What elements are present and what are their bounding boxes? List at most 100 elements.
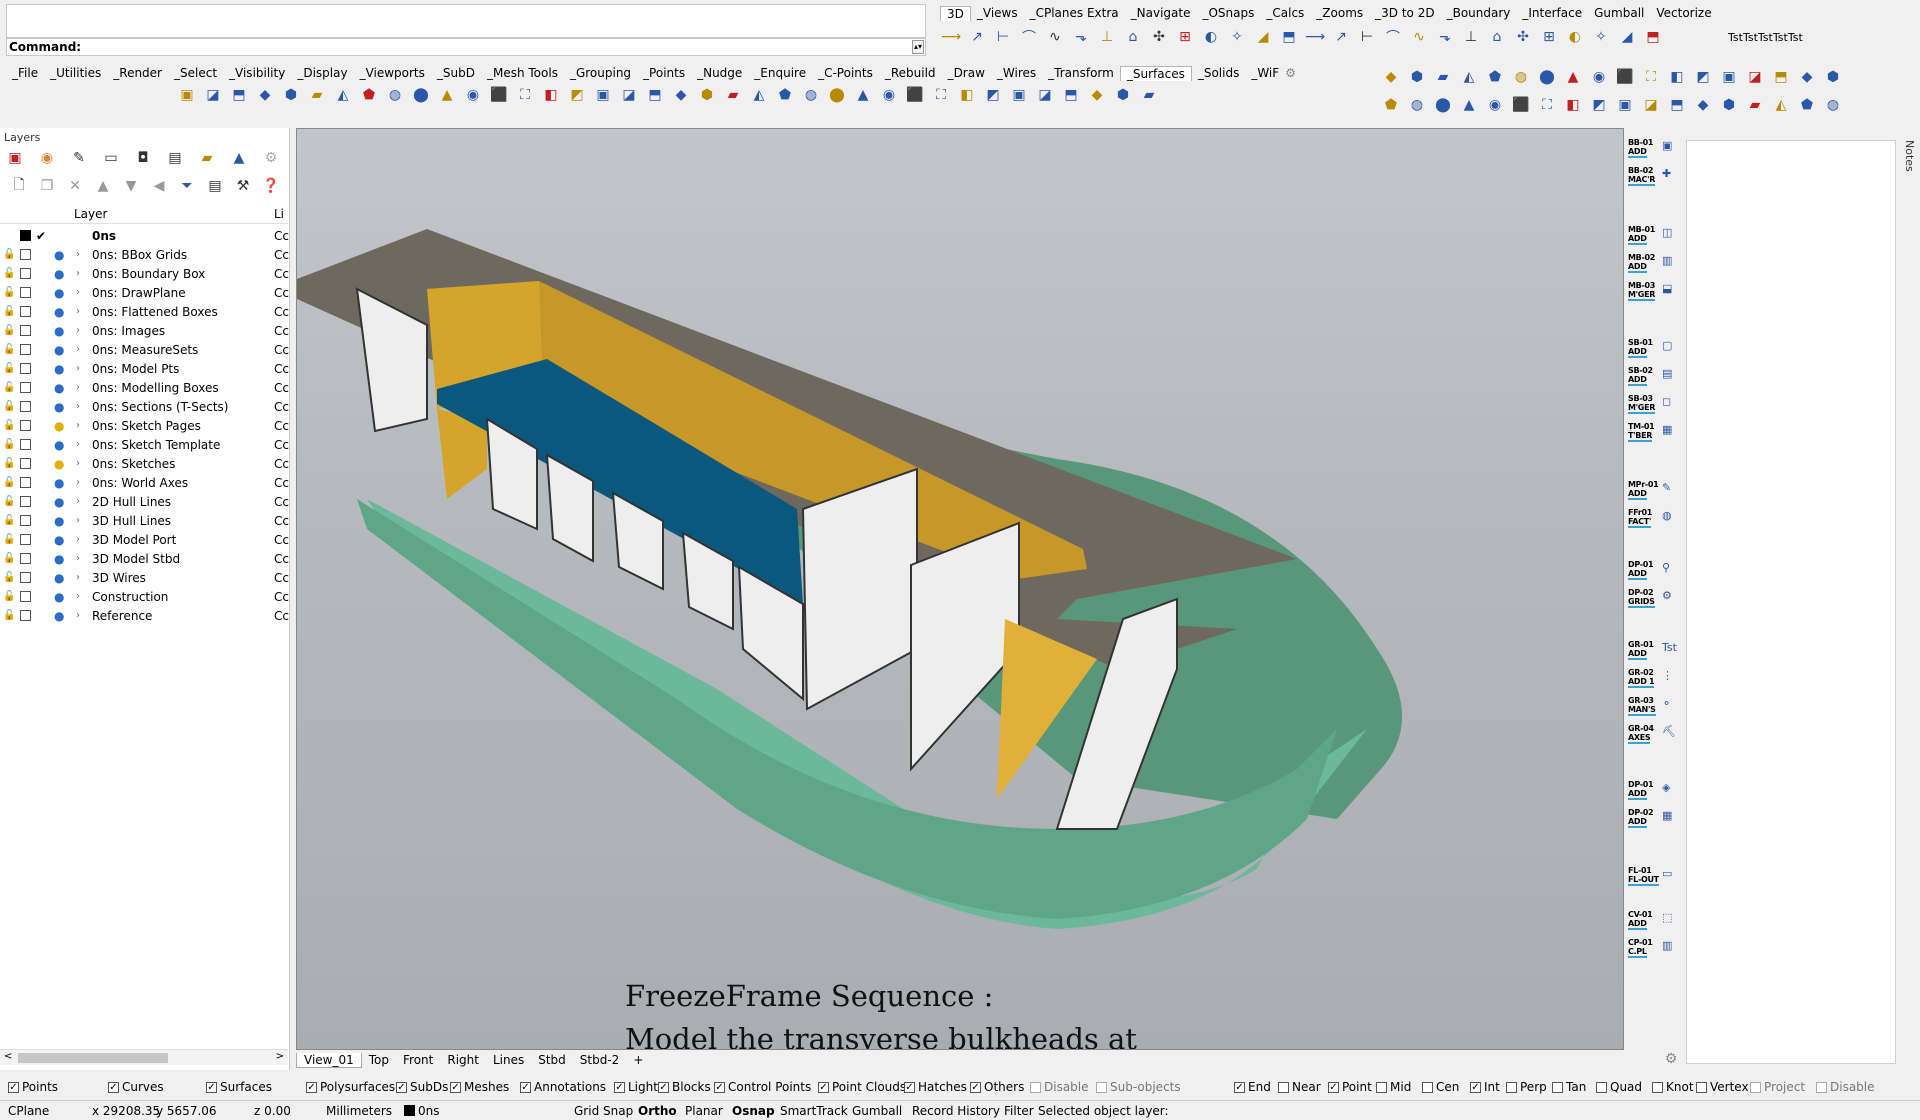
filter-toggle[interactable]: Filter: [1004, 1104, 1034, 1118]
document-tab-icon[interactable]: ▤: [164, 147, 186, 169]
expand-chevron-icon[interactable]: ›: [76, 325, 80, 336]
panel-gear-icon[interactable]: ⚙: [260, 147, 282, 169]
expand-chevron-icon[interactable]: ›: [76, 534, 80, 545]
record-history-toggle[interactable]: Record History: [912, 1104, 1000, 1118]
layer-row[interactable]: 🔓 ● › 3D Hull Lines Cc: [0, 511, 289, 530]
lock-icon[interactable]: 🔓: [3, 534, 15, 545]
layer-row[interactable]: 🔓 ● › 3D Model Port Cc: [0, 530, 289, 549]
osnap-project[interactable]: Project: [1750, 1080, 1805, 1094]
osnap-mid[interactable]: Mid: [1376, 1080, 1411, 1094]
sidebar-tool-icon[interactable]: ⬟: [1380, 94, 1402, 116]
surface-tool-icon[interactable]: ⬒: [1060, 84, 1082, 106]
filter-annotations[interactable]: ✓ Annotations: [520, 1080, 606, 1094]
lock-icon[interactable]: 🔓: [3, 268, 15, 279]
macro-button-mb-03[interactable]: MB-03 M'GER ⬓: [1626, 279, 1686, 305]
surface-tool-icon[interactable]: ◆: [670, 84, 692, 106]
grid-snap-toggle[interactable]: Grid Snap: [574, 1104, 633, 1118]
macro-icon[interactable]: ⛏: [1662, 725, 1676, 738]
display-tab-icon[interactable]: ▭: [100, 147, 122, 169]
macro-icon[interactable]: ▥: [1662, 254, 1672, 267]
tab-interface[interactable]: _Interface: [1516, 6, 1588, 20]
expand-chevron-icon[interactable]: ›: [76, 363, 80, 374]
surface-tool-icon[interactable]: ◍: [800, 84, 822, 106]
osnap-knot[interactable]: Knot: [1652, 1080, 1694, 1094]
lightbulb-icon[interactable]: ●: [54, 419, 64, 433]
surface-tool-icon[interactable]: ⬛: [904, 84, 926, 106]
sidebar-tool-icon[interactable]: ◉: [1484, 94, 1506, 116]
tab-cplanes-extra[interactable]: _CPlanes Extra: [1024, 6, 1125, 20]
lightbulb-icon[interactable]: ●: [54, 343, 64, 357]
lightbulb-icon[interactable]: ●: [54, 438, 64, 452]
surface-tool-icon[interactable]: ▰: [722, 84, 744, 106]
sidebar-tool-icon[interactable]: ⬤: [1536, 66, 1558, 88]
layer-color-swatch[interactable]: [20, 610, 31, 621]
macro-icon[interactable]: ▦: [1662, 423, 1672, 436]
macro-button-dp-01[interactable]: DP-01 ADD ◈: [1626, 778, 1686, 804]
lightbulb-icon[interactable]: ●: [54, 362, 64, 376]
filter-curves[interactable]: ✓ Curves: [108, 1080, 164, 1094]
filter-disable[interactable]: Disable: [1030, 1080, 1089, 1094]
tab-zooms[interactable]: _Zooms: [1310, 6, 1369, 20]
osnap-checkbox[interactable]: [1750, 1081, 1761, 1093]
arc-icon[interactable]: ⊢: [992, 26, 1014, 48]
macro-icon[interactable]: ▭: [1662, 867, 1672, 880]
macro-button-sb-02[interactable]: SB-02 ADD ▤: [1626, 364, 1686, 390]
osnap-checkbox[interactable]: ✓: [1234, 1081, 1245, 1093]
macro-button-mpr-01[interactable]: MPr-01 ADD ✎: [1626, 478, 1686, 504]
lock-icon[interactable]: 🔓: [3, 325, 15, 336]
filter-checkbox[interactable]: ✓: [206, 1081, 217, 1093]
expand-chevron-icon[interactable]: ›: [76, 610, 80, 621]
osnap-perp[interactable]: Perp: [1506, 1080, 1547, 1094]
move-up-icon[interactable]: ▲: [92, 175, 114, 197]
filter-meshes[interactable]: ✓ Meshes: [450, 1080, 509, 1094]
tab-utilities[interactable]: _Utilities: [44, 66, 107, 80]
macro-icon[interactable]: ◍: [1662, 509, 1672, 522]
sidebar-tool-icon[interactable]: ⛶: [1640, 66, 1662, 88]
layer-color-swatch[interactable]: [20, 420, 31, 431]
current-layer[interactable]: 0ns: [404, 1104, 440, 1118]
cursor-icon[interactable]: ⊞: [1538, 26, 1560, 48]
osnap-end[interactable]: ✓ End: [1234, 1080, 1271, 1094]
expand-chevron-icon[interactable]: ›: [76, 382, 80, 393]
sidebar-tool-icon[interactable]: ◆: [1796, 66, 1818, 88]
tab-select[interactable]: _Select: [168, 66, 223, 80]
rotate-icon[interactable]: ⟶: [1304, 26, 1326, 48]
sidebar-tool-icon[interactable]: ⬒: [1666, 94, 1688, 116]
lightbulb-icon[interactable]: ●: [54, 286, 64, 300]
lock-icon[interactable]: 🔓: [3, 591, 15, 602]
tab-nudge[interactable]: _Nudge: [691, 66, 748, 80]
add-viewport-icon[interactable]: +: [626, 1053, 650, 1067]
macro-button-dp-02[interactable]: DP-02 ADD ▦: [1626, 806, 1686, 832]
sidebar-tool-icon[interactable]: ◧: [1666, 66, 1688, 88]
lock-icon[interactable]: 🔓: [3, 344, 15, 355]
files-tab-icon[interactable]: ▰: [196, 147, 218, 169]
rectangle-icon[interactable]: ⌂: [1486, 26, 1508, 48]
scroll-left-icon[interactable]: <: [4, 1051, 12, 1062]
surface-tool-icon[interactable]: ⬒: [228, 84, 250, 106]
filter-polysurfaces[interactable]: ✓ Polysurfaces: [306, 1080, 395, 1094]
tst-button[interactable]: Tst: [1728, 31, 1743, 44]
filter-icon[interactable]: ⏷: [176, 175, 198, 197]
viewport-tab-view-01[interactable]: View_01: [296, 1052, 362, 1068]
expand-chevron-icon[interactable]: ›: [76, 249, 80, 260]
expand-chevron-icon[interactable]: ›: [76, 458, 80, 469]
surface-tool-icon[interactable]: ◧: [540, 84, 562, 106]
sidebar-tool-icon[interactable]: ◭: [1458, 66, 1480, 88]
layer-row[interactable]: 🔓 ● › 0ns: World Axes Cc: [0, 473, 289, 492]
grid-icon[interactable]: ◢: [1616, 26, 1638, 48]
lightbulb-icon[interactable]: ●: [54, 400, 64, 414]
layer-row[interactable]: 🔓 ● › 0ns: MeasureSets Cc: [0, 340, 289, 359]
filter-sub-objects[interactable]: Sub-objects: [1096, 1080, 1181, 1094]
macro-icon[interactable]: ✚: [1662, 167, 1671, 180]
lock-icon[interactable]: 🔓: [3, 477, 15, 488]
tab-boundary[interactable]: _Boundary: [1441, 6, 1517, 20]
macro-button-fl-01[interactable]: FL-01 FL-OUT ▭: [1626, 864, 1686, 890]
lightbulb-icon[interactable]: ●: [54, 552, 64, 566]
macro-icon[interactable]: ⚬: [1662, 697, 1671, 710]
layer-color-swatch[interactable]: [20, 382, 31, 393]
surface-tool-icon[interactable]: ◉: [462, 84, 484, 106]
macro-icon[interactable]: ✎: [1662, 481, 1671, 494]
viewport-tab-stbd-2[interactable]: Stbd-2: [573, 1053, 627, 1067]
osnap-checkbox[interactable]: [1376, 1081, 1387, 1093]
surface-tool-icon[interactable]: ▣: [592, 84, 614, 106]
